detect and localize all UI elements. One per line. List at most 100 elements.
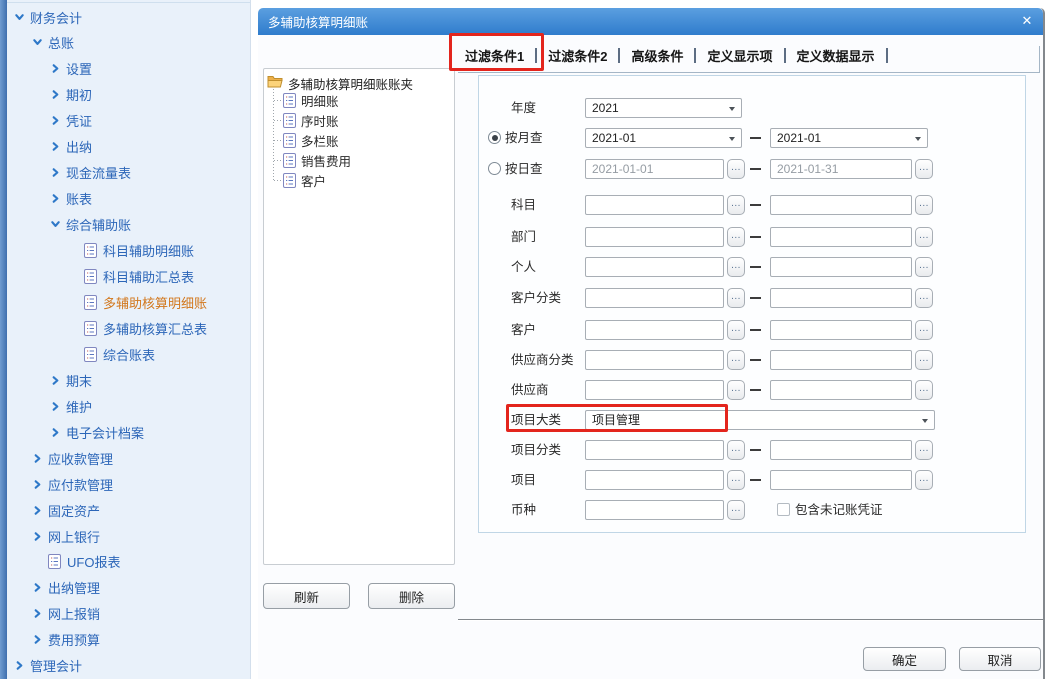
sidebar-item[interactable]: 期初 (0, 82, 250, 108)
range-to-input[interactable] (770, 320, 912, 340)
by-day-radio[interactable] (488, 162, 501, 175)
sidebar-item[interactable]: 网上报销 (0, 601, 250, 627)
range-to-input[interactable] (770, 380, 912, 400)
browse-button[interactable]: ... (915, 380, 933, 400)
date-to-browse-button[interactable]: ... (915, 159, 933, 179)
sidebar-item[interactable]: 出纳管理 (0, 575, 250, 601)
range-from-input[interactable] (585, 440, 724, 460)
tab-2[interactable]: 过滤条件2 (539, 46, 616, 65)
browse-button[interactable]: ... (727, 380, 745, 400)
browse-button[interactable]: ... (915, 195, 933, 215)
tree-item[interactable]: 多栏账 (283, 130, 339, 150)
sidebar-item[interactable]: 设置 (0, 56, 250, 82)
range-to-input[interactable] (770, 288, 912, 308)
range-dash (750, 389, 761, 391)
date-from-browse-button[interactable]: ... (727, 159, 745, 179)
range-from-input[interactable] (585, 350, 724, 370)
range-from-input[interactable] (585, 227, 724, 247)
dropdown-arrow-icon (729, 137, 735, 141)
range-dash (750, 479, 761, 481)
range-to-input[interactable] (770, 227, 912, 247)
browse-button[interactable]: ... (727, 195, 745, 215)
sidebar-item[interactable]: UFO报表 (0, 549, 250, 575)
sidebar-item[interactable]: 多辅助核算汇总表 (0, 315, 250, 341)
tree-item[interactable]: 客户 (283, 170, 326, 190)
range-from-input[interactable] (585, 380, 724, 400)
browse-button[interactable]: ... (915, 257, 933, 277)
tab-5[interactable]: 定义数据显示 (788, 46, 884, 65)
field-label: 年度 (511, 101, 537, 115)
browse-button[interactable]: ... (915, 320, 933, 340)
sidebar-item[interactable]: 综合账表 (0, 341, 250, 367)
browse-button[interactable]: ... (915, 288, 933, 308)
date-from-input[interactable]: 2021-01-01 (585, 159, 724, 179)
month-to-dropdown[interactable]: 2021-01 (770, 128, 928, 148)
range-to-input[interactable] (770, 195, 912, 215)
tab-3[interactable]: 高级条件 (622, 46, 692, 65)
delete-button[interactable]: 删除 (368, 583, 455, 609)
sidebar-item[interactable]: 凭证 (0, 108, 250, 134)
range-from-input[interactable] (585, 195, 724, 215)
browse-button[interactable]: ... (915, 440, 933, 460)
cancel-button[interactable]: 取消 (959, 647, 1041, 671)
ok-button[interactable]: 确定 (863, 647, 946, 671)
date-to-input[interactable]: 2021-01-31 (770, 159, 912, 179)
sidebar-item[interactable]: 科目辅助明细账 (0, 238, 250, 264)
browse-button[interactable]: ... (727, 440, 745, 460)
sidebar-item[interactable]: 费用预算 (0, 627, 250, 653)
close-icon[interactable]: ✕ (1019, 13, 1035, 29)
range-from-input[interactable] (585, 320, 724, 340)
sidebar-item-label: UFO报表 (67, 555, 121, 571)
tree-item[interactable]: 序时账 (283, 110, 339, 130)
range-to-input[interactable] (770, 350, 912, 370)
field-label: 部门 (511, 230, 537, 244)
tree-connector (274, 140, 282, 141)
browse-button[interactable]: ... (915, 227, 933, 247)
year-dropdown[interactable]: 2021 (585, 98, 742, 118)
sidebar-item[interactable]: 现金流量表 (0, 160, 250, 186)
sidebar-item[interactable]: 应付款管理 (0, 471, 250, 497)
footer-separator (458, 619, 1043, 620)
sidebar-item[interactable]: 总账 (0, 30, 250, 56)
browse-button[interactable]: ... (727, 257, 745, 277)
browse-button[interactable]: ... (727, 320, 745, 340)
sidebar-item[interactable]: 网上银行 (0, 523, 250, 549)
currency-browse-button[interactable]: ... (727, 500, 745, 520)
range-from-input[interactable] (585, 470, 724, 490)
browse-button[interactable]: ... (727, 350, 745, 370)
browse-button[interactable]: ... (727, 470, 745, 490)
refresh-button[interactable]: 刷新 (263, 583, 350, 609)
sidebar-item[interactable]: 综合辅助账 (0, 212, 250, 238)
sidebar-item-label: 设置 (66, 62, 93, 78)
browse-button[interactable]: ... (915, 470, 933, 490)
sidebar-item[interactable]: 电子会计档案 (0, 419, 250, 445)
sidebar-item[interactable]: 管理会计 (0, 653, 250, 679)
browse-button[interactable]: ... (915, 350, 933, 370)
sidebar-item[interactable]: 固定资产 (0, 497, 250, 523)
sidebar-item[interactable]: 财务会计 (0, 4, 250, 30)
dialog-titlebar[interactable]: 多辅助核算明细账 (258, 8, 1043, 35)
include-unposted-checkbox[interactable] (777, 503, 790, 516)
range-to-input[interactable] (770, 257, 912, 277)
sidebar-item[interactable]: 出纳 (0, 134, 250, 160)
range-to-input[interactable] (770, 470, 912, 490)
range-to-input[interactable] (770, 440, 912, 460)
sidebar-item[interactable]: 维护 (0, 393, 250, 419)
month-from-dropdown[interactable]: 2021-01 (585, 128, 742, 148)
sidebar-item[interactable]: 账表 (0, 186, 250, 212)
tree-item[interactable]: 销售费用 (283, 150, 351, 170)
sidebar-item[interactable]: 科目辅助汇总表 (0, 264, 250, 290)
tree-connector (273, 89, 274, 181)
tree-item[interactable]: 明细账 (283, 90, 339, 110)
range-from-input[interactable] (585, 288, 724, 308)
field-label: 客户分类 (511, 291, 562, 305)
sidebar-item[interactable]: 应收款管理 (0, 445, 250, 471)
sidebar-item[interactable]: 期末 (0, 367, 250, 393)
by-month-radio[interactable] (488, 131, 501, 144)
range-from-input[interactable] (585, 257, 724, 277)
currency-input[interactable] (585, 500, 724, 520)
browse-button[interactable]: ... (727, 288, 745, 308)
browse-button[interactable]: ... (727, 227, 745, 247)
tab-4[interactable]: 定义显示项 (698, 46, 781, 65)
sidebar-item[interactable]: 多辅助核算明细账 (0, 289, 250, 315)
